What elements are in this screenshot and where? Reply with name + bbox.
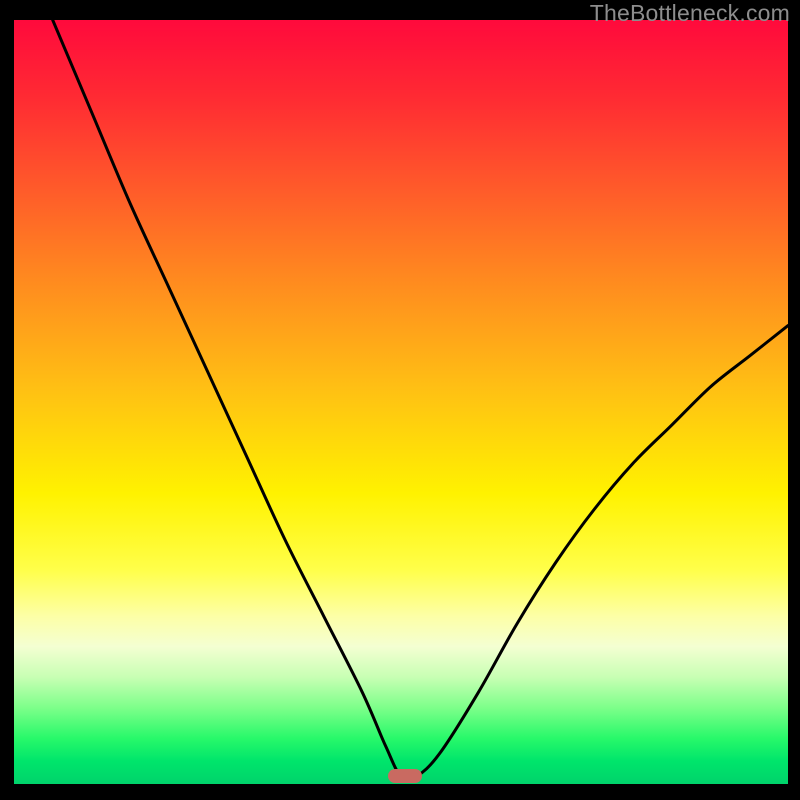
watermark-text: TheBottleneck.com: [590, 0, 790, 27]
bottleneck-curve: [14, 20, 788, 784]
plot-area: [14, 20, 788, 784]
optimal-marker: [388, 769, 422, 783]
chart-stage: TheBottleneck.com: [0, 0, 800, 800]
